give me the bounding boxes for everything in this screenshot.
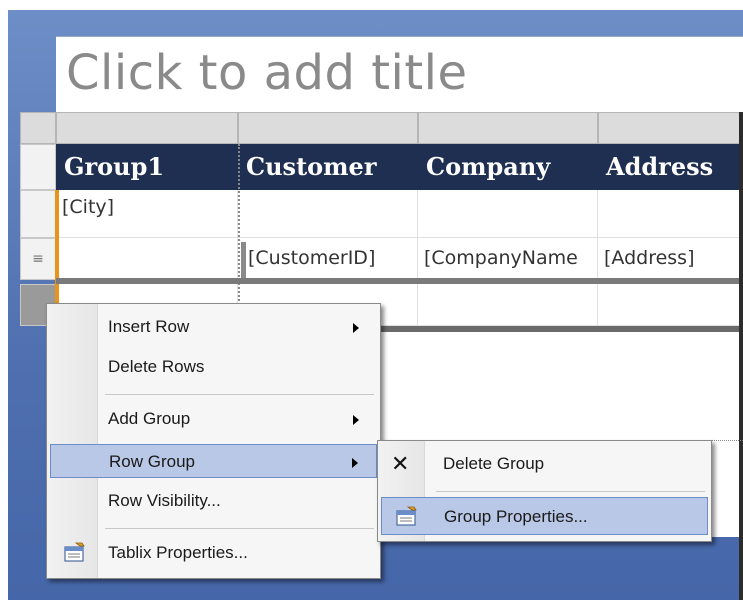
- menu-item-group-properties[interactable]: Group Properties...: [381, 497, 708, 535]
- column-handle-customer[interactable]: [238, 112, 418, 144]
- header-cell-customer[interactable]: Customer: [238, 144, 418, 190]
- properties-icon: [64, 542, 85, 562]
- group-separator-line: [56, 278, 743, 284]
- menu-item-row-group[interactable]: Row Group: [50, 444, 377, 478]
- menu-item-label: Tablix Properties...: [108, 543, 248, 562]
- column-divider: [238, 144, 240, 324]
- cell-address[interactable]: [Address]: [598, 238, 743, 280]
- column-handle-company[interactable]: [418, 112, 598, 144]
- header-cell-group1[interactable]: Group1: [56, 144, 238, 190]
- menu-item-delete-rows[interactable]: Delete Rows: [50, 350, 377, 384]
- menu-item-label: Row Visibility...: [108, 491, 221, 510]
- row-handle-detail[interactable]: ≡: [20, 238, 56, 280]
- row-group-submenu: ✕ Delete Group Group Properties...: [377, 440, 712, 542]
- menu-item-label: Row Group: [109, 452, 195, 471]
- cell-detail-group1[interactable]: [56, 238, 238, 280]
- cell-empty-4[interactable]: [598, 284, 743, 326]
- menu-item-label: Add Group: [108, 409, 191, 428]
- delete-x-icon: ✕: [391, 452, 410, 477]
- cell-companyname[interactable]: [CompanyName: [418, 238, 598, 280]
- menu-item-label: Delete Rows: [108, 357, 205, 376]
- cell-group-company[interactable]: [418, 190, 598, 238]
- menu-item-delete-group[interactable]: ✕ Delete Group: [381, 447, 708, 481]
- menu-item-label: Insert Row: [108, 317, 190, 336]
- tablix-corner-handle[interactable]: [20, 112, 56, 144]
- menu-item-label: Group Properties...: [444, 507, 588, 526]
- menu-item-tablix-properties[interactable]: Tablix Properties...: [50, 536, 377, 570]
- menu-item-row-visibility[interactable]: Row Visibility...: [50, 486, 377, 520]
- menu-item-add-group[interactable]: Add Group: [50, 402, 377, 436]
- cell-city[interactable]: [City]: [56, 190, 238, 238]
- cell-group-customer[interactable]: [238, 190, 418, 238]
- header-cell-address[interactable]: Address: [598, 144, 743, 190]
- selection-bracket: [241, 242, 246, 278]
- header-cell-company[interactable]: Company: [418, 144, 598, 190]
- submenu-arrow-icon: [353, 323, 359, 333]
- column-handle-address[interactable]: [598, 112, 743, 144]
- menu-separator: [436, 491, 705, 492]
- submenu-arrow-icon: [352, 458, 358, 468]
- column-handle-group1[interactable]: [56, 112, 238, 144]
- menu-separator: [105, 528, 374, 529]
- cell-group-address[interactable]: [598, 190, 743, 238]
- properties-icon: [396, 506, 417, 526]
- cell-customerid[interactable]: [CustomerID]: [238, 238, 418, 280]
- menu-separator: [105, 394, 374, 395]
- row-handle-header[interactable]: [20, 144, 56, 190]
- context-menu: Insert Row Delete Rows Add Group Row Gro…: [46, 303, 381, 579]
- submenu-arrow-icon: [353, 415, 359, 425]
- row-handle-group[interactable]: [20, 190, 56, 238]
- title-textbox[interactable]: Click to add title: [56, 36, 743, 113]
- cell-empty-3[interactable]: [418, 284, 598, 326]
- menu-item-label: Delete Group: [443, 454, 545, 473]
- menu-item-insert-row[interactable]: Insert Row: [50, 310, 377, 344]
- title-placeholder: Click to add title: [66, 45, 468, 101]
- body-boundary: [708, 440, 743, 441]
- page-edge: [739, 112, 743, 600]
